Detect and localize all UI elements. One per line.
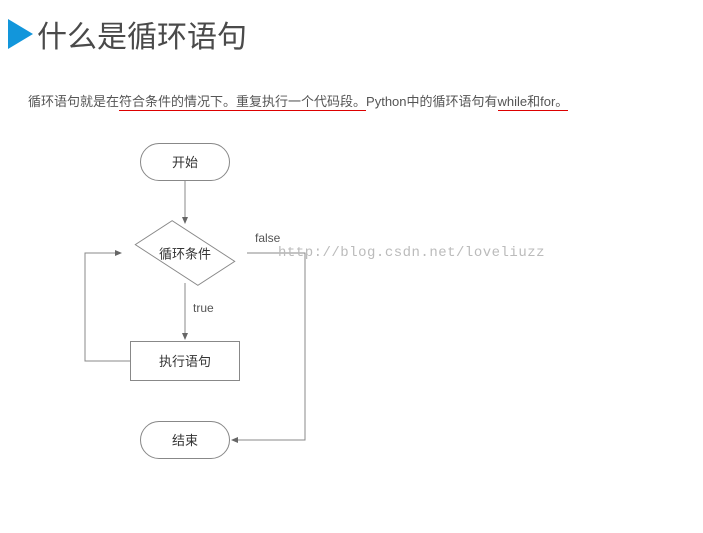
flow-start-label: 开始 <box>172 152 198 171</box>
watermark-text: http://blog.csdn.net/loveliuzz <box>278 245 545 261</box>
flow-start: 开始 <box>140 143 230 181</box>
flow-end: 结束 <box>140 421 230 459</box>
desc-prefix: 循环语句就是在 <box>28 94 119 109</box>
flowchart: 开始 循环条件 false true 执行语句 结束 http://blog.c… <box>0 123 703 503</box>
desc-mid: Python中的循环语句有 <box>366 94 497 109</box>
desc-underline-1: 符合条件的情况下。重复执行一个代码段。 <box>119 94 366 111</box>
flow-condition: 循环条件 <box>125 223 245 283</box>
flow-body-label: 执行语句 <box>159 351 211 370</box>
flow-edges <box>0 123 703 503</box>
desc-underline-2: while和for。 <box>498 94 569 111</box>
page-title: 什么是循环语句 <box>37 12 247 56</box>
edge-false-label: false <box>255 231 280 245</box>
play-triangle-icon <box>8 19 33 49</box>
flow-condition-label: 循环条件 <box>125 243 245 262</box>
flow-end-label: 结束 <box>172 430 198 449</box>
edge-true-label: true <box>193 301 214 315</box>
flow-body: 执行语句 <box>130 341 240 381</box>
description-text: 循环语句就是在符合条件的情况下。重复执行一个代码段。Python中的循环语句有w… <box>0 64 703 123</box>
